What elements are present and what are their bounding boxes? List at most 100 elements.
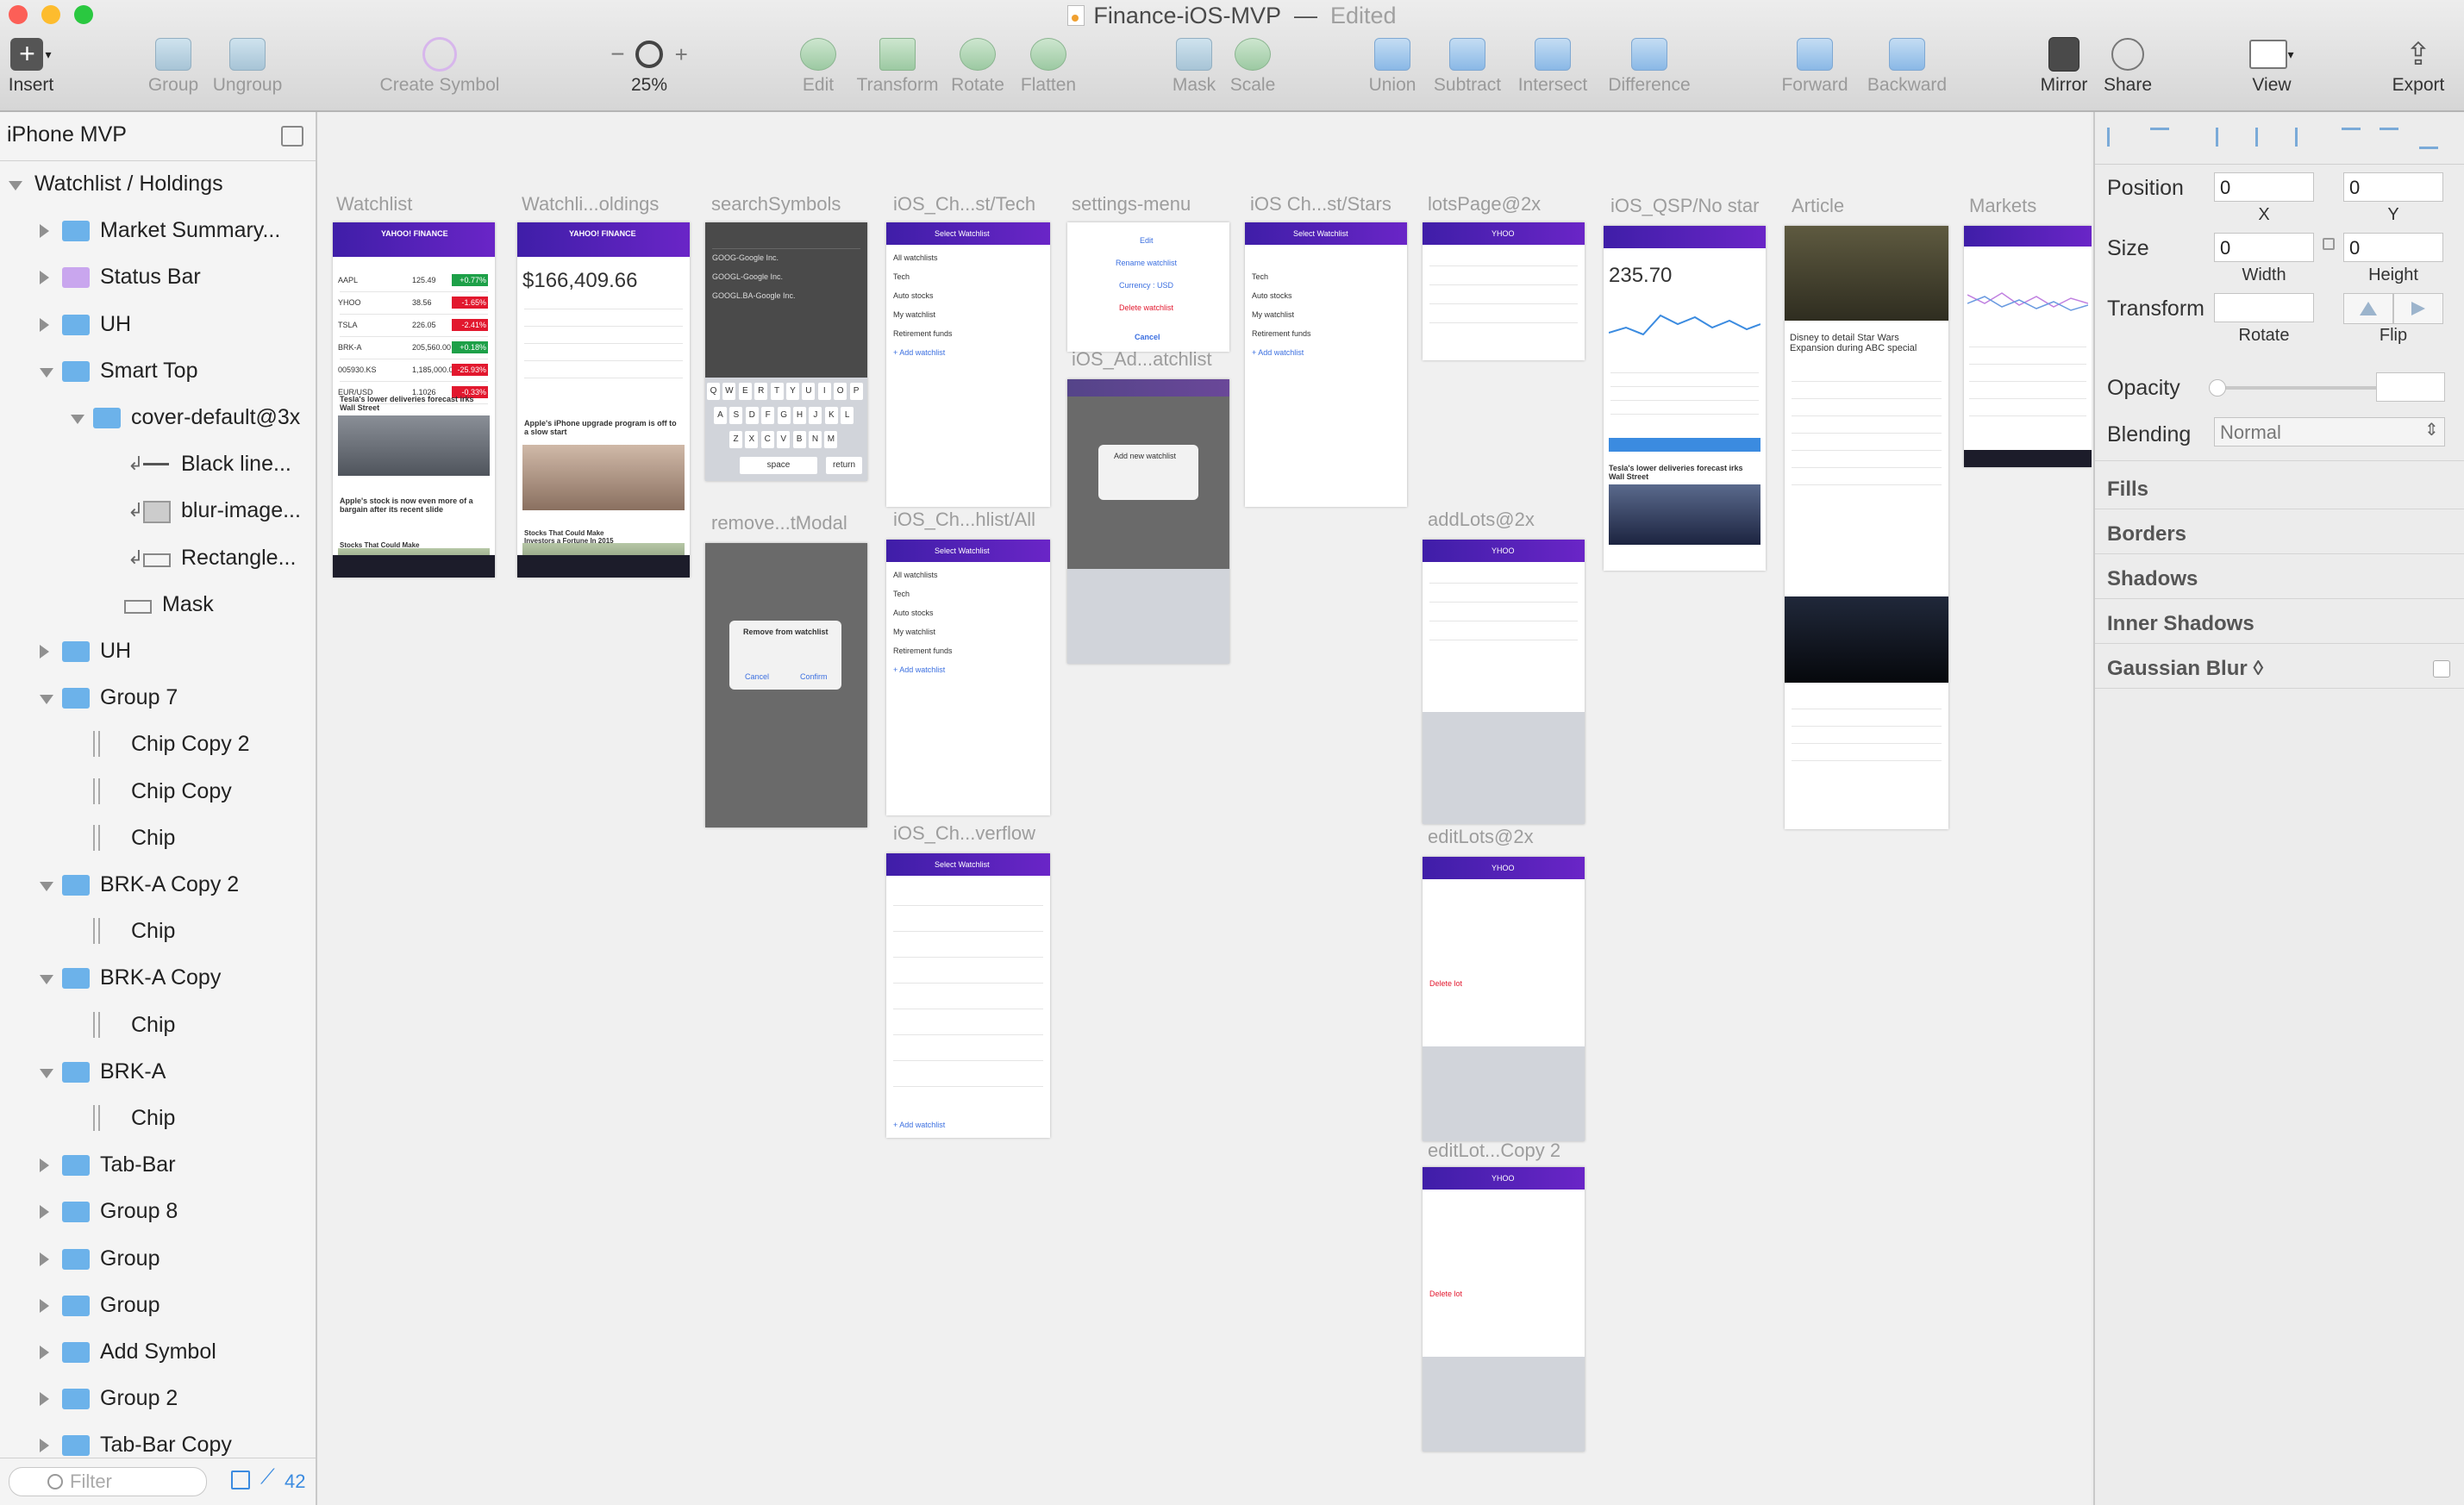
scale-button[interactable]: Scale	[1224, 34, 1281, 103]
zoom-out-button[interactable]: −	[610, 41, 624, 68]
distribute-horizontal-icon[interactable]	[2107, 128, 2129, 147]
align-left-icon[interactable]	[2216, 128, 2237, 147]
disclosure-closed-icon[interactable]	[40, 317, 49, 332]
layer-row[interactable]: UH	[0, 628, 316, 674]
page-selector[interactable]: iPhone MVP	[0, 112, 316, 161]
forward-button[interactable]: Forward	[1778, 34, 1852, 103]
disclosure-closed-icon[interactable]	[40, 224, 49, 239]
disclosure-closed-icon[interactable]	[40, 1205, 49, 1220]
mirror-button[interactable]: Mirror	[2035, 34, 2093, 103]
intersect-button[interactable]: Intersect	[1510, 34, 1595, 103]
align-top-icon[interactable]	[2342, 128, 2361, 149]
layer-row[interactable]: cover-default@3x	[0, 394, 316, 440]
artboard-lots-page[interactable]: YHOO	[1423, 222, 1585, 360]
artboard-choose-watchlist-all[interactable]: Select Watchlist All watchlists Tech Aut…	[886, 540, 1050, 815]
export-button[interactable]: ⇪ Export	[2386, 34, 2450, 103]
share-button[interactable]: Share	[2100, 34, 2155, 103]
gaussian-blur-section[interactable]: Gaussian Blur ◊	[2107, 657, 2263, 681]
layer-row[interactable]: Group	[0, 1282, 316, 1328]
rotate-field[interactable]	[2214, 293, 2314, 322]
layer-row[interactable]: Watchlist / Holdings	[0, 160, 316, 207]
width-field[interactable]: 0	[2214, 233, 2314, 262]
align-bottom-icon[interactable]	[2419, 128, 2438, 149]
zoom-in-button[interactable]: +	[675, 41, 688, 68]
disclosure-closed-icon[interactable]	[40, 1252, 49, 1266]
opacity-field[interactable]	[2376, 372, 2445, 402]
layer-row[interactable]: Chip	[0, 1095, 316, 1141]
disclosure-closed-icon[interactable]	[40, 1346, 49, 1359]
disclosure-open-icon[interactable]	[40, 975, 53, 985]
layer-row[interactable]: BRK-A Copy 2	[0, 861, 316, 908]
layer-row[interactable]: Group 2	[0, 1375, 316, 1421]
artboard-title[interactable]: iOS_Ch...st/Tech	[893, 193, 1035, 215]
opacity-slider[interactable]	[2209, 379, 2386, 397]
layer-row[interactable]: Chip Copy	[0, 767, 316, 815]
union-button[interactable]: Union	[1362, 34, 1423, 103]
disclosure-open-icon[interactable]	[40, 367, 53, 378]
layer-row[interactable]: Chip	[0, 1002, 316, 1048]
artboard-edit-lots-copy[interactable]: YHOO Delete lot	[1423, 1167, 1585, 1452]
confirm-button[interactable]: Confirm	[800, 672, 828, 681]
shadows-section[interactable]: Shadows	[2107, 567, 2198, 591]
difference-button[interactable]: Difference	[1598, 34, 1700, 103]
layer-row[interactable]: ↲ Black line...	[0, 440, 316, 487]
artboard-quote-page[interactable]: 235.70 Tesla's lower deliveries forecast…	[1604, 226, 1766, 571]
symbol-filter-icon[interactable]	[231, 1471, 250, 1489]
artboard-title[interactable]: Watchli...oldings	[522, 193, 659, 215]
fills-section[interactable]: Fills	[2107, 478, 2148, 502]
artboard-search-symbols[interactable]: GOOG-Google Inc. GOOGL-Google Inc. GOOGL…	[705, 222, 867, 481]
layer-row[interactable]: Status Bar	[0, 253, 316, 300]
position-x-field[interactable]: 0	[2214, 172, 2314, 202]
layer-row[interactable]: BRK-A	[0, 1047, 316, 1095]
artboard-title[interactable]: iOS_Ch...verflow	[893, 822, 1035, 845]
lock-icon[interactable]	[2323, 238, 2335, 250]
artboard-remove-modal[interactable]: Remove from watchlist Cancel Confirm	[705, 543, 867, 827]
insert-button[interactable]: + ▾ Insert	[5, 34, 57, 103]
layer-row[interactable]: Add Symbol	[0, 1328, 316, 1375]
artboard-article[interactable]: Disney to detail Star Wars Expansion dur…	[1785, 226, 1948, 829]
disclosure-closed-icon[interactable]	[40, 271, 49, 285]
disclosure-open-icon[interactable]	[9, 181, 22, 190]
edit-button[interactable]: Edit	[788, 34, 848, 103]
slice-filter-icon[interactable]: ⟋	[260, 1465, 275, 1489]
disclosure-open-icon[interactable]	[40, 882, 53, 891]
rotate-button[interactable]: Rotate	[947, 34, 1009, 103]
disclosure-open-icon[interactable]	[40, 1068, 53, 1078]
artboard-title[interactable]: lotsPage@2x	[1428, 193, 1541, 215]
artboard-title[interactable]: iOS_QSP/No star	[1610, 195, 1759, 217]
artboard-choose-watchlist-stars[interactable]: Select Watchlist Tech Auto stocks My wat…	[1245, 222, 1407, 507]
layer-row[interactable]: Market Summary...	[0, 207, 316, 254]
subtract-button[interactable]: Subtract	[1428, 34, 1507, 103]
backward-button[interactable]: Backward	[1862, 34, 1952, 103]
layer-row[interactable]: Tab-Bar	[0, 1141, 316, 1189]
disclosure-closed-icon[interactable]	[40, 645, 49, 659]
height-field[interactable]: 0	[2343, 233, 2443, 262]
layer-row[interactable]: Group 8	[0, 1188, 316, 1234]
gaussian-blur-checkbox[interactable]	[2433, 660, 2450, 678]
layer-row[interactable]: Chip	[0, 908, 316, 954]
layer-row[interactable]: UH	[0, 300, 316, 347]
align-right-icon[interactable]	[2295, 128, 2317, 147]
create-symbol-button[interactable]: Create Symbol	[376, 34, 503, 103]
borders-section[interactable]: Borders	[2107, 522, 2186, 546]
layer-row[interactable]: ↲ Rectangle...	[0, 534, 316, 581]
blending-select[interactable]: Normal	[2214, 417, 2445, 447]
mask-button[interactable]: Mask	[1166, 34, 1223, 103]
disclosure-closed-icon[interactable]	[40, 1439, 49, 1453]
position-y-field[interactable]: 0	[2343, 172, 2443, 202]
disclosure-closed-icon[interactable]	[40, 1298, 49, 1313]
artboard-choose-watchlist-tech[interactable]: Select Watchlist All watchlists Tech Aut…	[886, 222, 1050, 507]
toggle-pages-icon[interactable]	[281, 126, 303, 147]
flip-horizontal-button[interactable]	[2343, 293, 2393, 324]
artboard-add-watchlist[interactable]: Add new watchlist	[1067, 379, 1229, 664]
layer-row[interactable]: Mask	[0, 580, 316, 628]
view-button[interactable]: ▾ View	[2233, 34, 2311, 103]
disclosure-closed-icon[interactable]	[40, 1158, 49, 1173]
inner-shadows-section[interactable]: Inner Shadows	[2107, 612, 2254, 636]
ungroup-button[interactable]: Ungroup	[210, 34, 285, 103]
artboard-title[interactable]: addLots@2x	[1428, 509, 1535, 531]
disclosure-open-icon[interactable]	[71, 415, 84, 424]
artboard-title[interactable]: Markets	[1969, 195, 2036, 217]
layer-row[interactable]: Chip	[0, 815, 316, 861]
layer-row[interactable]: ↲ blur-image...	[0, 487, 316, 534]
